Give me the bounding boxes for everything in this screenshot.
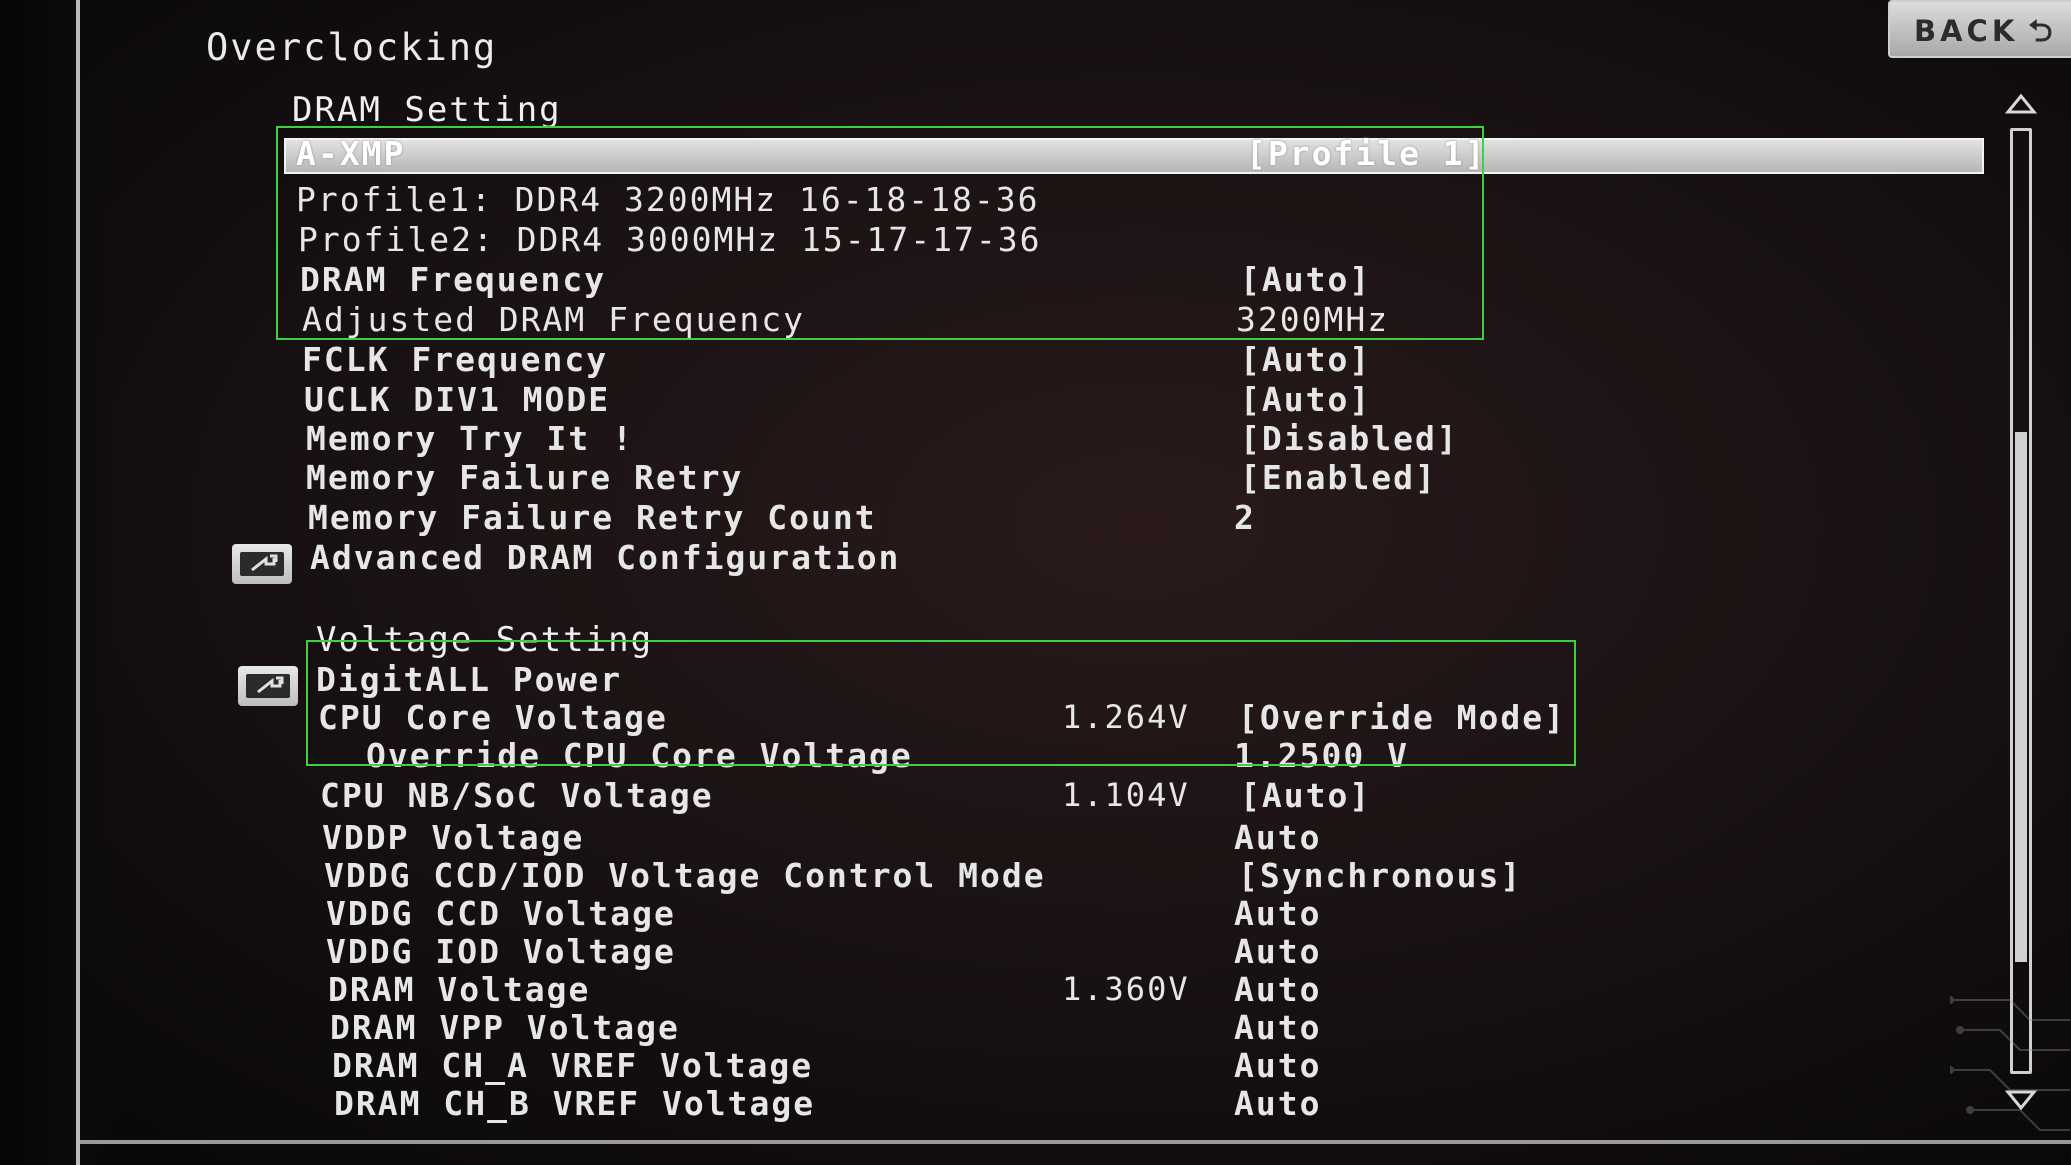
setting-label: DRAM CH_B VREF Voltage	[334, 1084, 816, 1123]
setting-label: VDDG CCD Voltage	[326, 894, 676, 933]
setting-label: DRAM CH_A VREF Voltage	[332, 1046, 814, 1085]
setting-value: [Auto]	[1240, 776, 1372, 815]
setting-row-vddp-voltage[interactable]: VDDP Voltage Auto	[0, 818, 2071, 857]
setting-value: [Disabled]	[1240, 419, 1459, 458]
setting-row-vddg-iod-voltage[interactable]: VDDG IOD Voltage Auto	[0, 932, 2071, 971]
setting-value: [Auto]	[1240, 380, 1372, 419]
back-button[interactable]: BACK ⮌	[1888, 0, 2071, 58]
setting-value: Auto	[1234, 932, 1322, 971]
back-arrow-icon: ⮌	[2028, 14, 2057, 49]
setting-label: UCLK DIV1 MODE	[304, 380, 611, 419]
setting-row-memory-failure-retry-count[interactable]: Memory Failure Retry Count 2	[0, 498, 2071, 537]
scrollbar-thumb[interactable]	[2015, 432, 2027, 962]
chevron-up-icon[interactable]	[2004, 90, 2038, 116]
setting-value: Auto	[1234, 818, 1322, 857]
setting-row-uclk-div1-mode[interactable]: UCLK DIV1 MODE [Auto]	[0, 380, 2071, 419]
setting-label: Memory Try It !	[306, 419, 635, 458]
setting-label: DRAM VPP Voltage	[330, 1008, 680, 1047]
circuit-decoration-icon	[1950, 996, 2070, 1131]
annotation-box-voltage	[306, 640, 1576, 766]
annotation-box-dram	[276, 126, 1484, 340]
setting-label: CPU NB/SoC Voltage	[320, 776, 714, 815]
setting-value: Auto	[1234, 1046, 1322, 1085]
setting-row-dram-voltage[interactable]: DRAM Voltage 1.360V Auto	[0, 970, 2071, 1009]
page-title: Overclocking	[206, 26, 498, 69]
setting-value: Auto	[1234, 1084, 1322, 1123]
setting-value: Auto	[1234, 894, 1322, 933]
setting-label: Memory Failure Retry Count	[308, 498, 877, 537]
setting-value: Auto	[1234, 1008, 1322, 1047]
setting-label: DRAM Voltage	[328, 970, 591, 1009]
setting-row-dram-cha-vref-voltage[interactable]: DRAM CH_A VREF Voltage Auto	[0, 1046, 2071, 1085]
setting-row-fclk-frequency[interactable]: FCLK Frequency [Auto]	[0, 340, 2071, 379]
voltage-reading: 1.360V	[1062, 970, 1190, 1008]
setting-value: [Auto]	[1240, 340, 1372, 379]
voltage-reading: 1.104V	[1062, 776, 1190, 814]
frame-border-bottom	[80, 1140, 2071, 1144]
setting-label: Memory Failure Retry	[306, 458, 744, 497]
submenu-label: Advanced DRAM Configuration	[310, 538, 901, 577]
setting-label: FCLK Frequency	[302, 340, 609, 379]
setting-value: [Synchronous]	[1238, 856, 1523, 895]
setting-value: [Enabled]	[1240, 458, 1437, 497]
bios-screen: Overclocking BACK ⮌ DRAM Setting A-XMP [P…	[0, 0, 2071, 1165]
setting-row-vddg-control-mode[interactable]: VDDG CCD/IOD Voltage Control Mode [Synch…	[0, 856, 2071, 895]
setting-row-memory-try-it[interactable]: Memory Try It ! [Disabled]	[0, 419, 2071, 458]
setting-row-vddg-ccd-voltage[interactable]: VDDG CCD Voltage Auto	[0, 894, 2071, 933]
back-button-label: BACK	[1914, 14, 2019, 48]
submenu-row-advanced-dram-configuration[interactable]: Advanced DRAM Configuration	[0, 538, 2071, 577]
setting-label: VDDP Voltage	[322, 818, 585, 857]
setting-label: VDDG IOD Voltage	[326, 932, 676, 971]
setting-value: 2	[1234, 498, 1256, 537]
setting-row-dram-chb-vref-voltage[interactable]: DRAM CH_B VREF Voltage Auto	[0, 1084, 2071, 1123]
setting-row-cpu-nb-soc-voltage[interactable]: CPU NB/SoC Voltage 1.104V [Auto]	[0, 776, 2071, 815]
setting-row-memory-failure-retry[interactable]: Memory Failure Retry [Enabled]	[0, 458, 2071, 497]
section-title-dram: DRAM Setting	[292, 90, 562, 130]
setting-label: VDDG CCD/IOD Voltage Control Mode	[324, 856, 1046, 895]
setting-row-dram-vpp-voltage[interactable]: DRAM VPP Voltage Auto	[0, 1008, 2071, 1047]
setting-value: Auto	[1234, 970, 1322, 1009]
